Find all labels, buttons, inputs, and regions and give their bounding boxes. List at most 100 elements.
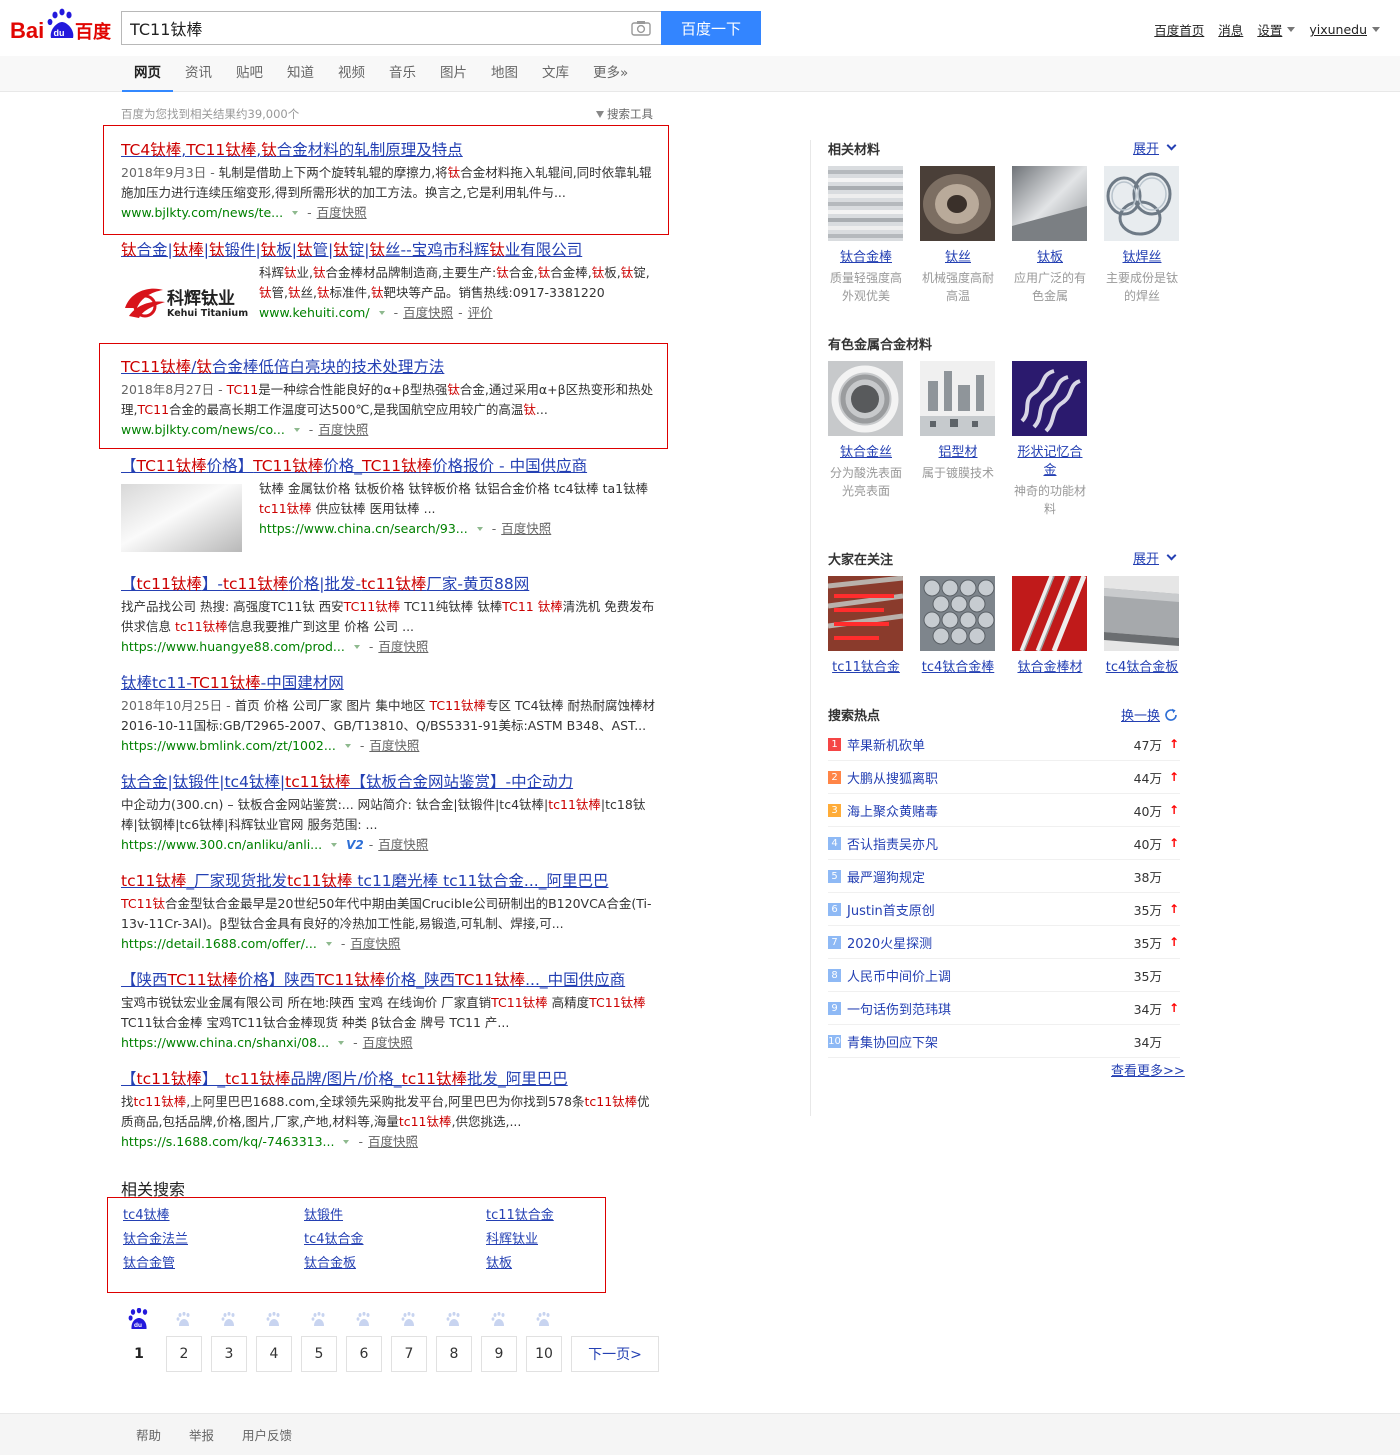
nav-settings-link[interactable]: 设置 xyxy=(1257,20,1296,39)
page-5[interactable]: 5 xyxy=(301,1306,337,1372)
material-image[interactable] xyxy=(920,166,995,241)
nav-user-link[interactable]: yixunedu xyxy=(1309,22,1380,37)
dropdown-arrow-icon[interactable] xyxy=(378,311,385,315)
result-url[interactable]: www.kehuiti.com/ xyxy=(259,303,370,323)
page-8[interactable]: 8 xyxy=(436,1306,472,1372)
material-image[interactable] xyxy=(1104,166,1179,241)
material-name-link[interactable]: 铝型材 xyxy=(920,444,996,462)
refresh-hot-button[interactable]: 换一换 xyxy=(1121,705,1178,724)
hot-search-item[interactable]: 6 Justin首支原创 35万 ↑ xyxy=(828,893,1180,926)
snapshot-link[interactable]: 百度快照 xyxy=(378,637,428,657)
hot-search-item[interactable]: 10 青集协回应下架 34万 xyxy=(828,1025,1180,1058)
hot-search-link[interactable]: 苹果新机砍单 xyxy=(847,735,1132,754)
page-2[interactable]: 2 xyxy=(166,1306,202,1372)
dropdown-arrow-icon[interactable] xyxy=(353,645,360,649)
material-card[interactable]: tc4钛合金棒 xyxy=(920,576,996,677)
footer-report-link[interactable]: 举报 xyxy=(189,1425,214,1444)
tab-2[interactable]: 资讯 xyxy=(173,56,224,92)
dropdown-arrow-icon[interactable] xyxy=(325,942,332,946)
hot-search-link[interactable]: 大鹏从搜狐离职 xyxy=(847,768,1132,787)
material-name-link[interactable]: tc4钛合金板 xyxy=(1104,659,1180,677)
tab-7[interactable]: 图片 xyxy=(428,56,479,92)
dropdown-arrow-icon[interactable] xyxy=(476,527,483,531)
related-search-link[interactable]: tc4钛合金 xyxy=(304,1230,486,1249)
page-7[interactable]: 7 xyxy=(391,1306,427,1372)
dropdown-arrow-icon[interactable] xyxy=(331,843,338,847)
material-name-link[interactable]: tc11钛合金 xyxy=(828,659,904,677)
snapshot-link[interactable]: 百度快照 xyxy=(369,736,419,756)
result-url[interactable]: https://www.china.cn/shanxi/08... xyxy=(121,1033,329,1053)
result-title-link[interactable]: 【tc11钛棒】-tc11钛棒价格|批发-tc11钛棒厂家-黄页88网 xyxy=(121,574,661,594)
expand-materials-button[interactable]: 展开 xyxy=(1133,138,1177,157)
result-url[interactable]: https://www.300.cn/anliku/anli... xyxy=(121,835,322,855)
material-name-link[interactable]: 形状记忆合金 xyxy=(1012,444,1088,480)
material-image[interactable] xyxy=(920,576,995,651)
hot-search-item[interactable]: 5 最严遛狗规定 38万 xyxy=(828,860,1180,893)
tab-8[interactable]: 地图 xyxy=(479,56,530,92)
result-title-link[interactable]: 钛合金|钛棒|钛锻件|钛板|钛管|钛锭|钛丝--宝鸡市科辉钛业有限公司 xyxy=(121,240,661,260)
site-logo-thumbnail[interactable]: 科辉钛业 Kehui Titanium xyxy=(121,268,248,336)
material-card[interactable]: 钛合金棒 质量轻强度高外观优美 xyxy=(828,166,904,305)
dropdown-arrow-icon[interactable] xyxy=(344,744,351,748)
material-card[interactable]: 钛板 应用广泛的有色金属 xyxy=(1012,166,1088,305)
result-url[interactable]: https://www.huangye88.com/prod... xyxy=(121,637,345,657)
hot-search-link[interactable]: 一句话伤到范玮琪 xyxy=(847,999,1132,1018)
tab-3[interactable]: 贴吧 xyxy=(224,56,275,92)
material-image[interactable] xyxy=(1104,576,1179,651)
related-search-link[interactable]: 钛合金板 xyxy=(304,1254,486,1273)
hot-search-item[interactable]: 9 一句话伤到范玮琪 34万 ↑ xyxy=(828,992,1180,1025)
material-image[interactable] xyxy=(1012,361,1087,436)
dropdown-arrow-icon[interactable] xyxy=(343,1140,350,1144)
tab-10[interactable]: 更多» xyxy=(581,56,640,92)
result-title-link[interactable]: 【陕西TC11钛棒价格】陕西TC11钛棒价格_陕西TC11钛棒..._中国供应商 xyxy=(121,970,661,990)
tab-1[interactable]: 网页 xyxy=(122,56,173,92)
hot-search-item[interactable]: 7 2020火星探测 35万 ↑ xyxy=(828,926,1180,959)
snapshot-link[interactable]: 百度快照 xyxy=(368,1132,418,1152)
material-name-link[interactable]: tc4钛合金棒 xyxy=(920,659,996,677)
material-image[interactable] xyxy=(827,575,904,651)
hot-search-item[interactable]: 8 人民币中间价上调 35万 xyxy=(828,959,1180,992)
related-search-link[interactable]: tc4钛棒 xyxy=(123,1206,304,1225)
related-search-link[interactable]: 钛锻件 xyxy=(304,1206,486,1225)
hot-search-link[interactable]: 最严遛狗规定 xyxy=(847,867,1132,886)
material-name-link[interactable]: 钛丝 xyxy=(920,249,996,267)
related-search-link[interactable]: tc11钛合金 xyxy=(486,1206,593,1225)
baidu-logo[interactable]: Bai du 百度 xyxy=(10,8,114,44)
related-search-link[interactable]: 钛板 xyxy=(486,1254,593,1273)
expand-attention-button[interactable]: 展开 xyxy=(1133,548,1177,567)
hot-search-item[interactable]: 1 苹果新机砍单 47万 ↑ xyxy=(828,728,1180,761)
hot-search-item[interactable]: 4 否认指责吴亦凡 40万 ↑ xyxy=(828,827,1180,860)
material-image[interactable] xyxy=(828,361,903,436)
camera-icon[interactable] xyxy=(631,20,651,36)
tab-5[interactable]: 视频 xyxy=(326,56,377,92)
material-card[interactable]: 钛合金丝 分为酸洗表面光亮表面 xyxy=(828,361,904,500)
search-input[interactable] xyxy=(122,12,622,44)
result-url[interactable]: https://www.bmlink.com/zt/1002... xyxy=(121,736,336,756)
hot-search-item[interactable]: 2 大鹏从搜狐离职 44万 ↑ xyxy=(828,761,1180,794)
page-3[interactable]: 3 xyxy=(211,1306,247,1372)
dropdown-arrow-icon[interactable] xyxy=(338,1041,345,1045)
hot-search-item[interactable]: 3 海上聚众黄赌毒 40万 ↑ xyxy=(828,794,1180,827)
snapshot-link[interactable]: 百度快照 xyxy=(378,835,428,855)
material-name-link[interactable]: 钛焊丝 xyxy=(1104,249,1180,267)
material-name-link[interactable]: 钛合金棒 xyxy=(828,249,904,267)
material-name-link[interactable]: 钛合金棒材 xyxy=(1012,659,1088,677)
material-card[interactable]: 钛焊丝 主要成份是钛的焊丝 xyxy=(1104,166,1180,305)
hot-search-link[interactable]: 海上聚众黄赌毒 xyxy=(847,801,1132,820)
hot-search-link[interactable]: 人民币中间价上调 xyxy=(847,966,1132,985)
material-name-link[interactable]: 钛合金丝 xyxy=(828,444,904,462)
snapshot-link[interactable]: 百度快照 xyxy=(350,934,400,954)
material-name-link[interactable]: 钛板 xyxy=(1012,249,1088,267)
result-url[interactable]: https://detail.1688.com/offer/... xyxy=(121,934,317,954)
page-6[interactable]: 6 xyxy=(346,1306,382,1372)
footer-feedback-link[interactable]: 用户反馈 xyxy=(242,1425,292,1444)
snapshot-link[interactable]: 百度快照 xyxy=(403,303,453,323)
material-card[interactable]: 钛合金棒材 xyxy=(1012,575,1088,677)
material-card[interactable]: 形状记忆合金 神奇的功能材料 xyxy=(1012,361,1088,518)
material-card[interactable]: 铝型材 属于镀膜技术 xyxy=(920,361,996,482)
nav-home-link[interactable]: 百度首页 xyxy=(1154,20,1204,39)
footer-help-link[interactable]: 帮助 xyxy=(136,1425,161,1444)
search-button[interactable]: 百度一下 xyxy=(661,11,761,45)
material-card[interactable]: 钛丝 机械强度高耐高温 xyxy=(920,166,996,305)
related-search-link[interactable]: 科辉钛业 xyxy=(486,1230,593,1249)
